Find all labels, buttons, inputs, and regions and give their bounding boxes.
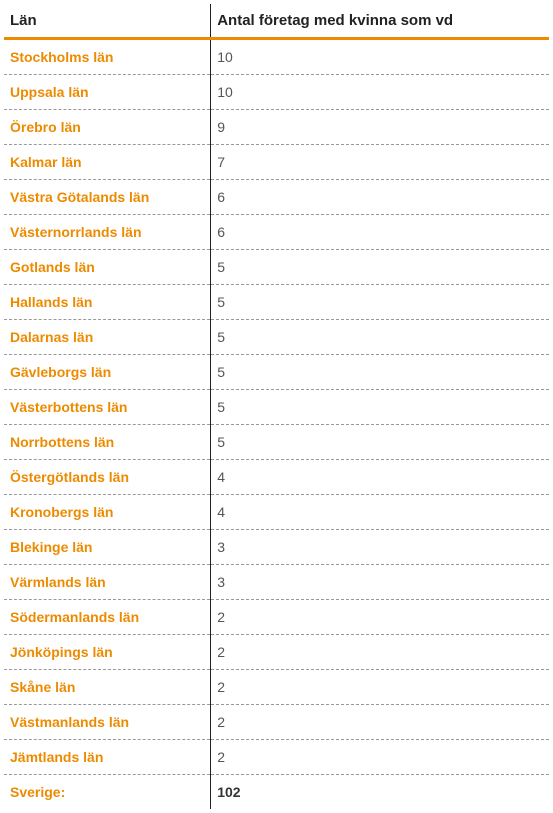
table-row: Södermanlands län2 <box>4 600 549 635</box>
table-row: Jönköpings län2 <box>4 635 549 670</box>
table-row: Örebro län9 <box>4 110 549 145</box>
county-cell: Västra Götalands län <box>4 180 211 215</box>
table-row: Jämtlands län2 <box>4 740 549 775</box>
table-row: Norrbottens län5 <box>4 425 549 460</box>
county-cell: Västmanlands län <box>4 705 211 740</box>
table-row: Västra Götalands län6 <box>4 180 549 215</box>
value-cell: 6 <box>211 215 549 250</box>
value-cell: 4 <box>211 495 549 530</box>
table-row: Västernorrlands län6 <box>4 215 549 250</box>
county-cell: Norrbottens län <box>4 425 211 460</box>
table-row: Västerbottens län5 <box>4 390 549 425</box>
value-cell: 5 <box>211 285 549 320</box>
value-cell: 2 <box>211 740 549 775</box>
value-cell: 2 <box>211 635 549 670</box>
table-row: Hallands län5 <box>4 285 549 320</box>
county-cell: Västerbottens län <box>4 390 211 425</box>
county-cell: Västernorrlands län <box>4 215 211 250</box>
table-row: Kalmar län7 <box>4 145 549 180</box>
county-cell: Skåne län <box>4 670 211 705</box>
table-row: Västmanlands län2 <box>4 705 549 740</box>
table-row: Blekinge län3 <box>4 530 549 565</box>
county-cell: Blekinge län <box>4 530 211 565</box>
county-table: Län Antal företag med kvinna som vd Stoc… <box>4 4 549 809</box>
county-cell: Jönköpings län <box>4 635 211 670</box>
county-cell: Hallands län <box>4 285 211 320</box>
county-cell: Örebro län <box>4 110 211 145</box>
value-cell: 2 <box>211 600 549 635</box>
value-cell: 10 <box>211 75 549 110</box>
value-cell: 5 <box>211 320 549 355</box>
value-cell: 5 <box>211 355 549 390</box>
table-row: Östergötlands län4 <box>4 460 549 495</box>
value-cell: 4 <box>211 460 549 495</box>
county-cell: Gävleborgs län <box>4 355 211 390</box>
value-cell: 9 <box>211 110 549 145</box>
county-cell: Värmlands län <box>4 565 211 600</box>
value-cell: 6 <box>211 180 549 215</box>
table-row: Kronobergs län4 <box>4 495 549 530</box>
county-cell: Östergötlands län <box>4 460 211 495</box>
value-cell: 2 <box>211 705 549 740</box>
header-county: Län <box>4 4 211 39</box>
county-cell: Uppsala län <box>4 75 211 110</box>
total-value-cell: 102 <box>211 775 549 810</box>
table-row: Stockholms län10 <box>4 39 549 75</box>
table-row: Värmlands län3 <box>4 565 549 600</box>
table-row: Gävleborgs län5 <box>4 355 549 390</box>
county-cell: Kronobergs län <box>4 495 211 530</box>
value-cell: 7 <box>211 145 549 180</box>
table-row: Gotlands län5 <box>4 250 549 285</box>
county-cell: Dalarnas län <box>4 320 211 355</box>
table-header-row: Län Antal företag med kvinna som vd <box>4 4 549 39</box>
county-cell: Södermanlands län <box>4 600 211 635</box>
table-total-row: Sverige:102 <box>4 775 549 810</box>
value-cell: 10 <box>211 39 549 75</box>
table-row: Dalarnas län5 <box>4 320 549 355</box>
table-row: Uppsala län10 <box>4 75 549 110</box>
value-cell: 5 <box>211 425 549 460</box>
total-label-cell: Sverige: <box>4 775 211 810</box>
county-cell: Gotlands län <box>4 250 211 285</box>
header-value: Antal företag med kvinna som vd <box>211 4 549 39</box>
table-row: Skåne län2 <box>4 670 549 705</box>
value-cell: 5 <box>211 250 549 285</box>
county-cell: Stockholms län <box>4 39 211 75</box>
value-cell: 2 <box>211 670 549 705</box>
county-cell: Kalmar län <box>4 145 211 180</box>
value-cell: 3 <box>211 565 549 600</box>
value-cell: 5 <box>211 390 549 425</box>
county-cell: Jämtlands län <box>4 740 211 775</box>
value-cell: 3 <box>211 530 549 565</box>
